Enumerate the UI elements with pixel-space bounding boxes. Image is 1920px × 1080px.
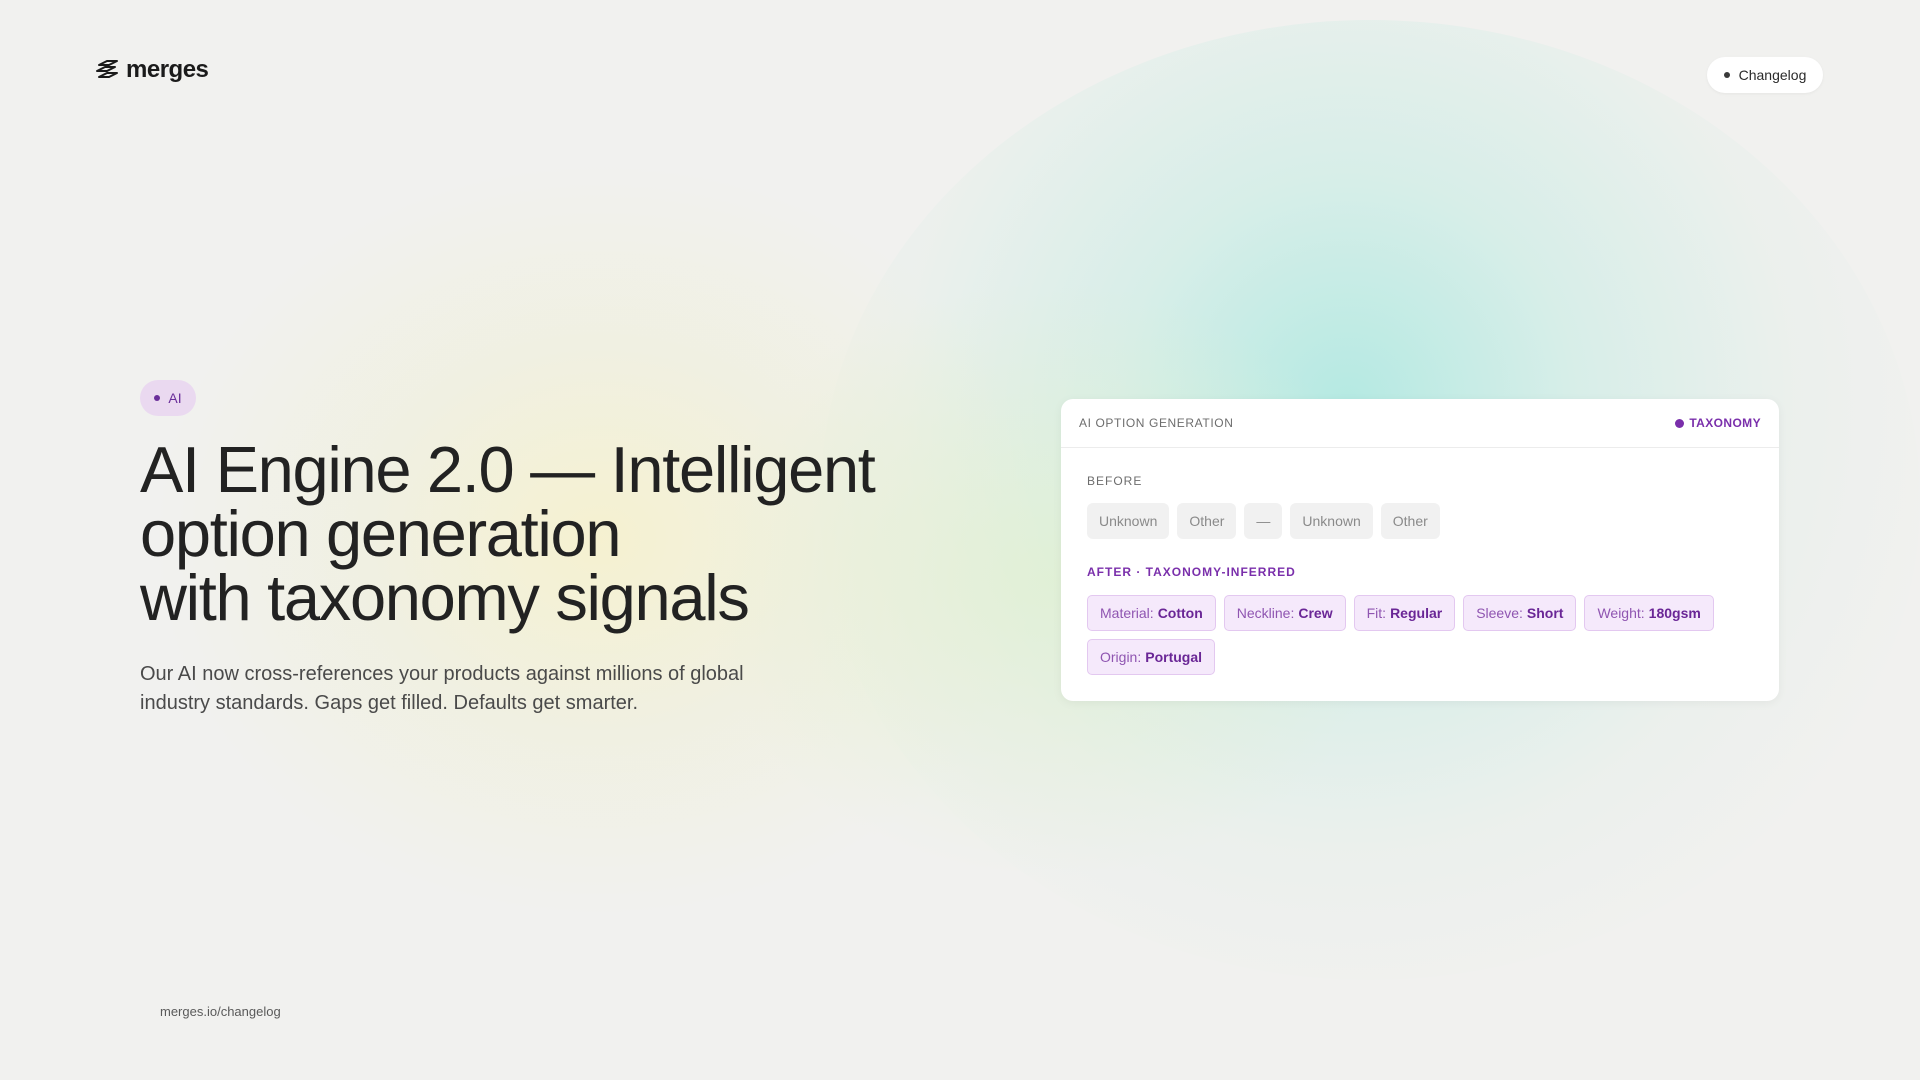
chip-value: Regular — [1390, 605, 1443, 621]
dot-icon — [1723, 72, 1730, 78]
attribute-chip-origin: Origin: Portugal — [1087, 639, 1216, 675]
before-chip: Unknown — [1087, 503, 1170, 539]
page-title: AI Engine 2.0 — Intelligent option gener… — [140, 433, 876, 634]
before-chip: Other — [1380, 503, 1440, 539]
attribute-chip-sleeve: Sleeve: Short — [1463, 595, 1577, 631]
attribute-chip-weight: Weight: 180gsm — [1584, 595, 1714, 631]
taxonomy-badge: TAXONOMY — [1675, 416, 1761, 430]
merges-logo-icon — [96, 60, 118, 78]
before-chip-list: Unknown Other — Unknown Other — [1087, 503, 1757, 539]
changelog-label: Changelog — [1738, 67, 1807, 83]
after-label: AFTER · TAXONOMY-INFERRED — [1087, 565, 1296, 579]
chip-key: Material: — [1100, 605, 1154, 621]
title-line-2: option generation — [140, 497, 622, 570]
chip-key: Fit: — [1366, 605, 1387, 621]
taxonomy-badge-label: TAXONOMY — [1689, 416, 1761, 430]
chip-key: Neckline: — [1236, 605, 1295, 621]
brand-logo[interactable]: merges — [96, 56, 209, 84]
before-label: BEFORE — [1087, 474, 1143, 488]
chip-key: Sleeve: — [1476, 605, 1523, 621]
chip-value: Crew — [1298, 605, 1333, 621]
footer-url: merges.io/changelog — [160, 1004, 281, 1019]
attribute-chip-material: Material: Cotton — [1087, 595, 1216, 631]
before-chip: Other — [1177, 503, 1237, 539]
title-line-3: with taxonomy signals — [140, 561, 750, 634]
card-title: AI OPTION GENERATION — [1079, 416, 1234, 430]
chip-value: Cotton — [1157, 605, 1203, 621]
chip-value: Portugal — [1145, 649, 1203, 665]
attribute-chip-neckline: Neckline: Crew — [1223, 595, 1346, 631]
dot-icon — [1675, 418, 1685, 428]
after-chip-list: Material: Cotton Neckline: Crew Fit: Reg… — [1087, 595, 1757, 675]
title-line-1: AI Engine 2.0 — Intelligent — [140, 433, 876, 506]
chip-key: Weight: — [1597, 605, 1645, 621]
chip-value: Short — [1526, 605, 1564, 621]
changelog-button[interactable]: Changelog — [1707, 57, 1823, 93]
card-header: AI OPTION GENERATION TAXONOMY — [1061, 399, 1779, 448]
before-chip: — — [1244, 503, 1283, 539]
chip-value: 180gsm — [1648, 605, 1701, 621]
brand-name: merges — [126, 56, 209, 83]
dot-icon — [154, 395, 161, 401]
ai-badge-label: AI — [168, 390, 182, 406]
attribute-chip-fit: Fit: Regular — [1353, 595, 1456, 631]
ai-badge: AI — [140, 380, 196, 416]
chip-key: Origin: — [1100, 649, 1142, 665]
hero-description: Our AI now cross-references your product… — [140, 663, 744, 714]
before-chip: Unknown — [1290, 503, 1373, 539]
ai-option-generation-card: AI OPTION GENERATION TAXONOMY BEFORE Unk… — [1061, 399, 1779, 701]
